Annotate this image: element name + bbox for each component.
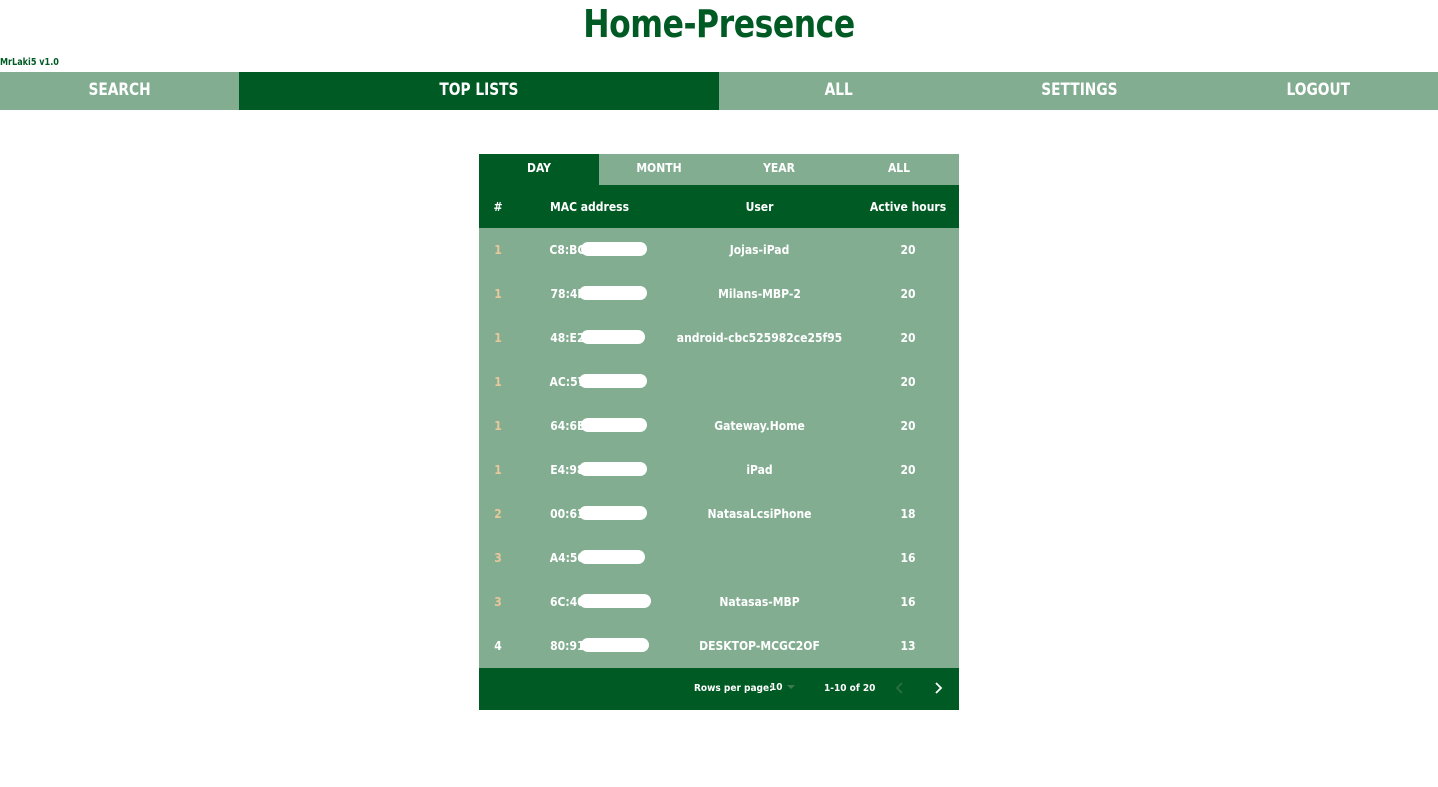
rank-cell: 1 bbox=[494, 463, 502, 477]
top-list-card: DAY MONTH YEAR ALL # MAC address User Ac… bbox=[479, 154, 959, 710]
tab-all[interactable]: ALL bbox=[839, 154, 959, 185]
mac-cell: E4:98: bbox=[517, 462, 662, 477]
table-row[interactable]: 1 64:6E: Gateway.Home 20 bbox=[479, 404, 959, 448]
hours-cell: 20 bbox=[900, 419, 916, 433]
redaction-mark bbox=[579, 550, 645, 564]
hours-cell: 16 bbox=[900, 595, 916, 609]
hours-cell: 13 bbox=[900, 639, 916, 653]
hours-cell: 20 bbox=[900, 331, 916, 345]
nav-all[interactable]: ALL bbox=[719, 72, 959, 110]
redaction-mark bbox=[581, 418, 647, 432]
hours-cell: 20 bbox=[900, 375, 916, 389]
table-header: # MAC address User Active hours bbox=[479, 185, 959, 228]
mac-cell: C8:BC: bbox=[517, 242, 662, 257]
header-rank[interactable]: # bbox=[479, 200, 517, 214]
user-cell: android-cbc525982ce25f95 bbox=[676, 331, 843, 345]
header-mac[interactable]: MAC address bbox=[517, 200, 662, 214]
user-cell: Jojas-iPad bbox=[729, 243, 790, 257]
rank-cell: 3 bbox=[494, 551, 502, 565]
nav-top-lists[interactable]: TOP LISTS bbox=[239, 72, 719, 110]
table-row[interactable]: 1 48:E2: android-cbc525982ce25f95 20 bbox=[479, 316, 959, 360]
rank-cell: 1 bbox=[494, 331, 502, 345]
user-cell: iPad bbox=[746, 463, 773, 477]
redaction-mark bbox=[581, 638, 649, 652]
header-user[interactable]: User bbox=[662, 200, 857, 214]
redaction-mark bbox=[579, 286, 647, 300]
tab-year[interactable]: YEAR bbox=[719, 154, 839, 185]
redaction-mark bbox=[579, 506, 647, 520]
hours-cell: 20 bbox=[900, 287, 916, 301]
table-row[interactable]: 1 C8:BC: Jojas-iPad 20 bbox=[479, 228, 959, 272]
rows-per-page-label: Rows per page: bbox=[694, 683, 773, 694]
header-hours[interactable]: Active hours bbox=[857, 200, 959, 214]
table-body: 1 C8:BC: Jojas-iPad 20 1 78:4F: Milans-M… bbox=[479, 228, 959, 668]
table-row[interactable]: 3 6C:40: Natasas-MBP 16 bbox=[479, 580, 959, 624]
app-title: Home-Presence bbox=[583, 2, 855, 46]
rank-cell: 1 bbox=[494, 419, 502, 433]
tab-day[interactable]: DAY bbox=[479, 154, 599, 185]
redaction-mark bbox=[581, 242, 647, 256]
main-nav: SEARCH TOP LISTS ALL SETTINGS LOGOUT bbox=[0, 72, 1438, 110]
chevron-right-icon[interactable] bbox=[932, 680, 944, 696]
redaction-mark bbox=[579, 374, 647, 388]
hours-cell: 16 bbox=[900, 551, 916, 565]
table-row[interactable]: 2 00:61: NatasaLcsiPhone 18 bbox=[479, 492, 959, 536]
rank-cell: 4 bbox=[494, 639, 502, 653]
table-row[interactable]: 3 A4:50: 16 bbox=[479, 536, 959, 580]
period-tabs: DAY MONTH YEAR ALL bbox=[479, 154, 959, 185]
rows-per-page-select[interactable]: 10 bbox=[770, 682, 795, 693]
user-cell: Natasas-MBP bbox=[719, 595, 800, 609]
mac-cell: 48:E2: bbox=[517, 330, 662, 345]
table-pagination: Rows per page: 10 1-10 of 20 bbox=[479, 668, 959, 710]
mac-cell: 00:61: bbox=[517, 506, 662, 521]
redaction-mark bbox=[579, 594, 651, 608]
rank-cell: 1 bbox=[494, 287, 502, 301]
table-row[interactable]: 4 80:91: DESKTOP-MCGC2OF 13 bbox=[479, 624, 959, 668]
rank-cell: 1 bbox=[494, 375, 502, 389]
mac-cell: 6C:40: bbox=[517, 594, 662, 609]
table-row[interactable]: 1 AC:57: 20 bbox=[479, 360, 959, 404]
hours-cell: 20 bbox=[900, 243, 916, 257]
rank-cell: 3 bbox=[494, 595, 502, 609]
rank-cell: 1 bbox=[494, 243, 502, 257]
mac-cell: 64:6E: bbox=[517, 418, 662, 433]
redaction-mark bbox=[581, 330, 645, 344]
user-cell: Gateway.Home bbox=[714, 419, 805, 433]
nav-search[interactable]: SEARCH bbox=[0, 72, 239, 110]
chevron-down-icon bbox=[786, 685, 795, 689]
rank-cell: 2 bbox=[494, 507, 502, 521]
chevron-left-icon[interactable] bbox=[894, 680, 906, 696]
table-row[interactable]: 1 E4:98: iPad 20 bbox=[479, 448, 959, 492]
mac-cell: 78:4F: bbox=[517, 286, 662, 301]
nav-settings[interactable]: SETTINGS bbox=[959, 72, 1199, 110]
version-label: MrLaki5 v1.0 bbox=[0, 57, 59, 68]
tab-month[interactable]: MONTH bbox=[599, 154, 719, 185]
nav-logout[interactable]: LOGOUT bbox=[1199, 72, 1438, 110]
redaction-mark bbox=[579, 462, 647, 476]
user-cell: Milans-MBP-2 bbox=[718, 287, 801, 301]
user-cell: DESKTOP-MCGC2OF bbox=[699, 639, 820, 653]
hours-cell: 18 bbox=[900, 507, 916, 521]
table-row[interactable]: 1 78:4F: Milans-MBP-2 20 bbox=[479, 272, 959, 316]
mac-cell: A4:50: bbox=[517, 550, 662, 565]
pagination-range: 1-10 of 20 bbox=[824, 683, 876, 694]
mac-cell: 80:91: bbox=[517, 638, 662, 653]
user-cell: NatasaLcsiPhone bbox=[707, 507, 812, 521]
mac-cell: AC:57: bbox=[517, 374, 662, 389]
hours-cell: 20 bbox=[900, 463, 916, 477]
